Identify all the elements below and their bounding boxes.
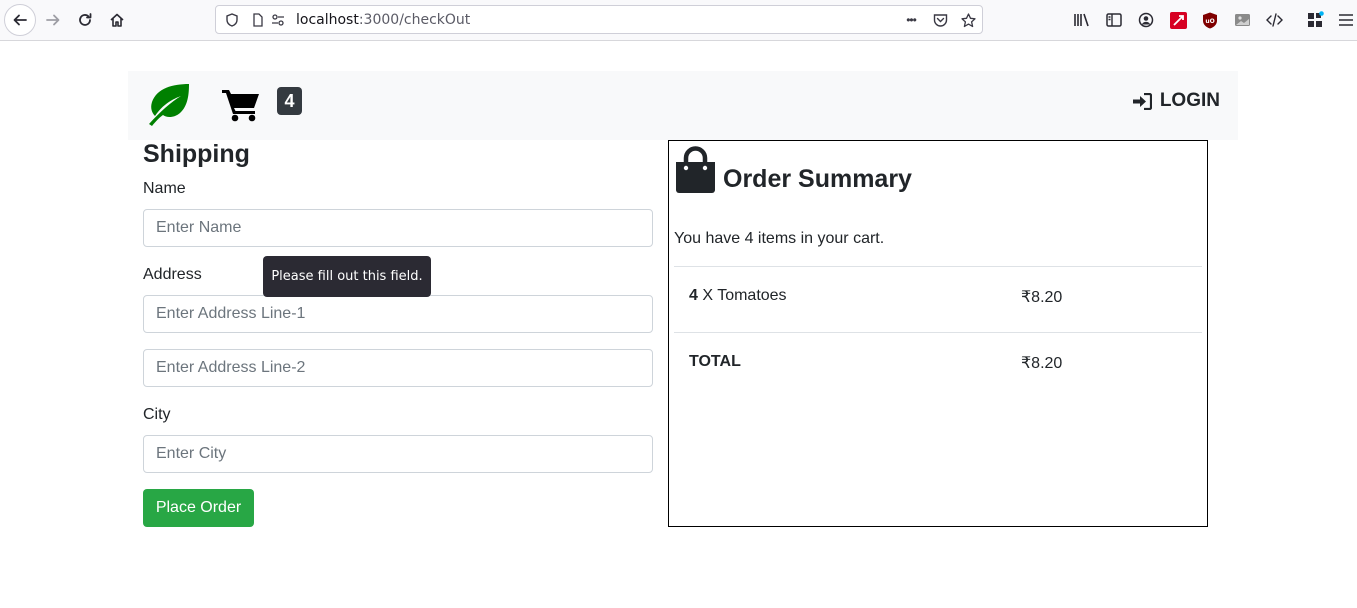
library-icon[interactable]: [1073, 11, 1091, 29]
shield-icon[interactable]: [224, 12, 240, 28]
login-label: LOGIN: [1159, 90, 1220, 111]
extension-red-icon[interactable]: [1169, 11, 1187, 29]
leaf-logo-icon[interactable]: [143, 83, 191, 126]
permissions-icon[interactable]: [270, 12, 286, 28]
name-input[interactable]: [143, 209, 653, 247]
line-item-qty: 4: [689, 287, 698, 304]
login-link[interactable]: LOGIN: [1132, 90, 1220, 112]
back-button[interactable]: [4, 4, 36, 36]
bookmark-star-icon[interactable]: [960, 12, 976, 28]
forward-button[interactable]: [38, 5, 68, 35]
line-item-name: Tomatoes: [717, 287, 787, 304]
shopping-cart-icon[interactable]: [222, 88, 260, 122]
address-line2-input[interactable]: [143, 349, 653, 387]
devtools-icon[interactable]: [1265, 11, 1283, 29]
address-label: Address: [143, 266, 202, 283]
city-label: City: [143, 406, 171, 423]
account-icon[interactable]: [1137, 11, 1155, 29]
app-navbar: 4 LOGIN: [128, 71, 1238, 140]
url-path: :3000/checkOut: [358, 12, 471, 28]
url-host: localhost: [296, 12, 359, 28]
reload-icon: [79, 13, 92, 26]
home-icon: [110, 13, 124, 27]
arrow-right-icon: [46, 14, 60, 26]
divider: [674, 332, 1202, 333]
svg-text:uO: uO: [1205, 18, 1214, 25]
url-text[interactable]: localhost:3000/checkOut: [296, 12, 470, 28]
address-line1-input[interactable]: [143, 295, 653, 333]
hamburger-menu-icon[interactable]: [1337, 11, 1355, 29]
line-item: 4 X Tomatoes: [689, 287, 787, 305]
line-item-price: ₹8.20: [1021, 289, 1063, 306]
image-extension-icon[interactable]: [1233, 11, 1251, 29]
name-label: Name: [143, 180, 186, 197]
order-summary-heading: Order Summary: [723, 165, 912, 193]
sidebar-icon[interactable]: [1105, 11, 1123, 29]
line-item-sep: X: [697, 287, 718, 304]
order-summary-card: Order Summary You have 4 items in your c…: [668, 140, 1208, 527]
cart-items-count-text: You have 4 items in your cart.: [674, 230, 885, 247]
arrow-left-icon: [13, 14, 27, 26]
home-button[interactable]: [102, 5, 132, 35]
validation-tooltip: Please fill out this field.: [263, 256, 431, 297]
shopping-bag-icon: [676, 146, 715, 193]
cart-count-badge: 4: [277, 87, 302, 115]
page-icon[interactable]: [250, 12, 266, 28]
url-bar[interactable]: localhost:3000/checkOut •••: [215, 5, 983, 34]
page-actions-icon[interactable]: •••: [903, 12, 919, 28]
extensions-icon[interactable]: [1306, 11, 1324, 29]
total-value: ₹8.20: [1021, 355, 1063, 372]
ublock-icon[interactable]: uO: [1201, 11, 1219, 29]
browser-toolbar: localhost:3000/checkOut ••• uO: [0, 0, 1357, 41]
total-label: TOTAL: [689, 353, 741, 370]
place-order-button[interactable]: Place Order: [143, 489, 254, 527]
sign-in-icon: [1132, 92, 1152, 110]
reload-button[interactable]: [70, 5, 100, 35]
divider: [674, 266, 1202, 267]
shipping-heading: Shipping: [143, 140, 250, 168]
city-input[interactable]: [143, 435, 653, 473]
pocket-icon[interactable]: [932, 12, 948, 28]
